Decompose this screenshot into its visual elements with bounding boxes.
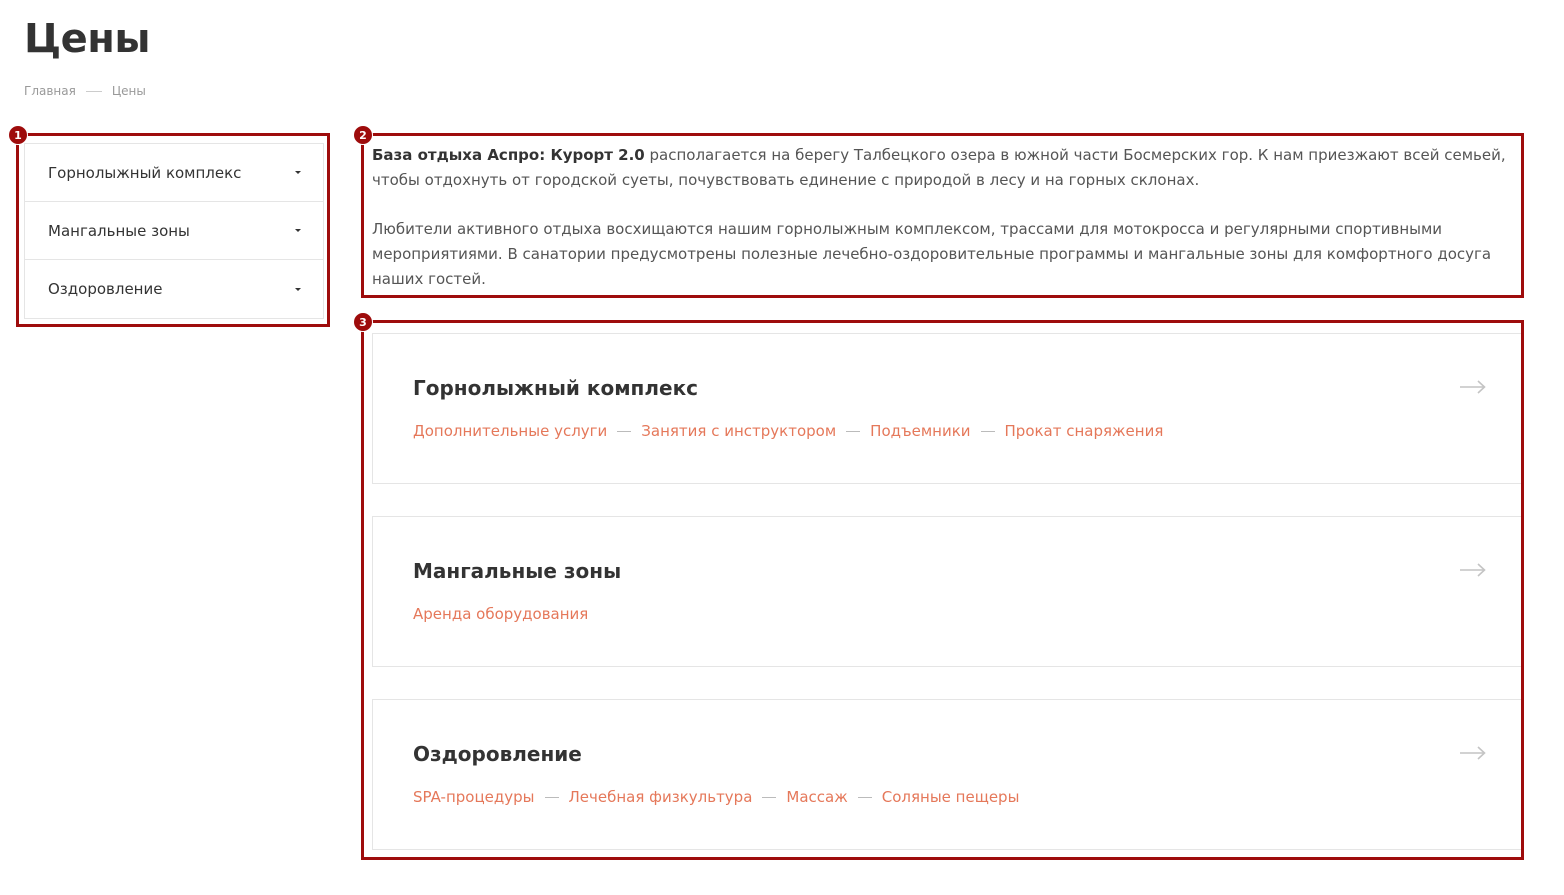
breadcrumb-home-link[interactable]: Главная <box>24 84 76 98</box>
annotation-badge: 1 <box>8 125 28 145</box>
page-title: Цены <box>24 16 151 62</box>
annotation-badge: 3 <box>353 312 373 332</box>
annotation-frame-1: 1 <box>8 125 330 327</box>
breadcrumb: Главная Цены <box>24 84 146 98</box>
breadcrumb-current: Цены <box>111 84 146 98</box>
breadcrumb-separator <box>85 90 102 92</box>
annotation-frame-2: 2 <box>353 125 1524 298</box>
annotation-frame-3: 3 <box>353 312 1524 860</box>
annotation-badge: 2 <box>353 125 373 145</box>
